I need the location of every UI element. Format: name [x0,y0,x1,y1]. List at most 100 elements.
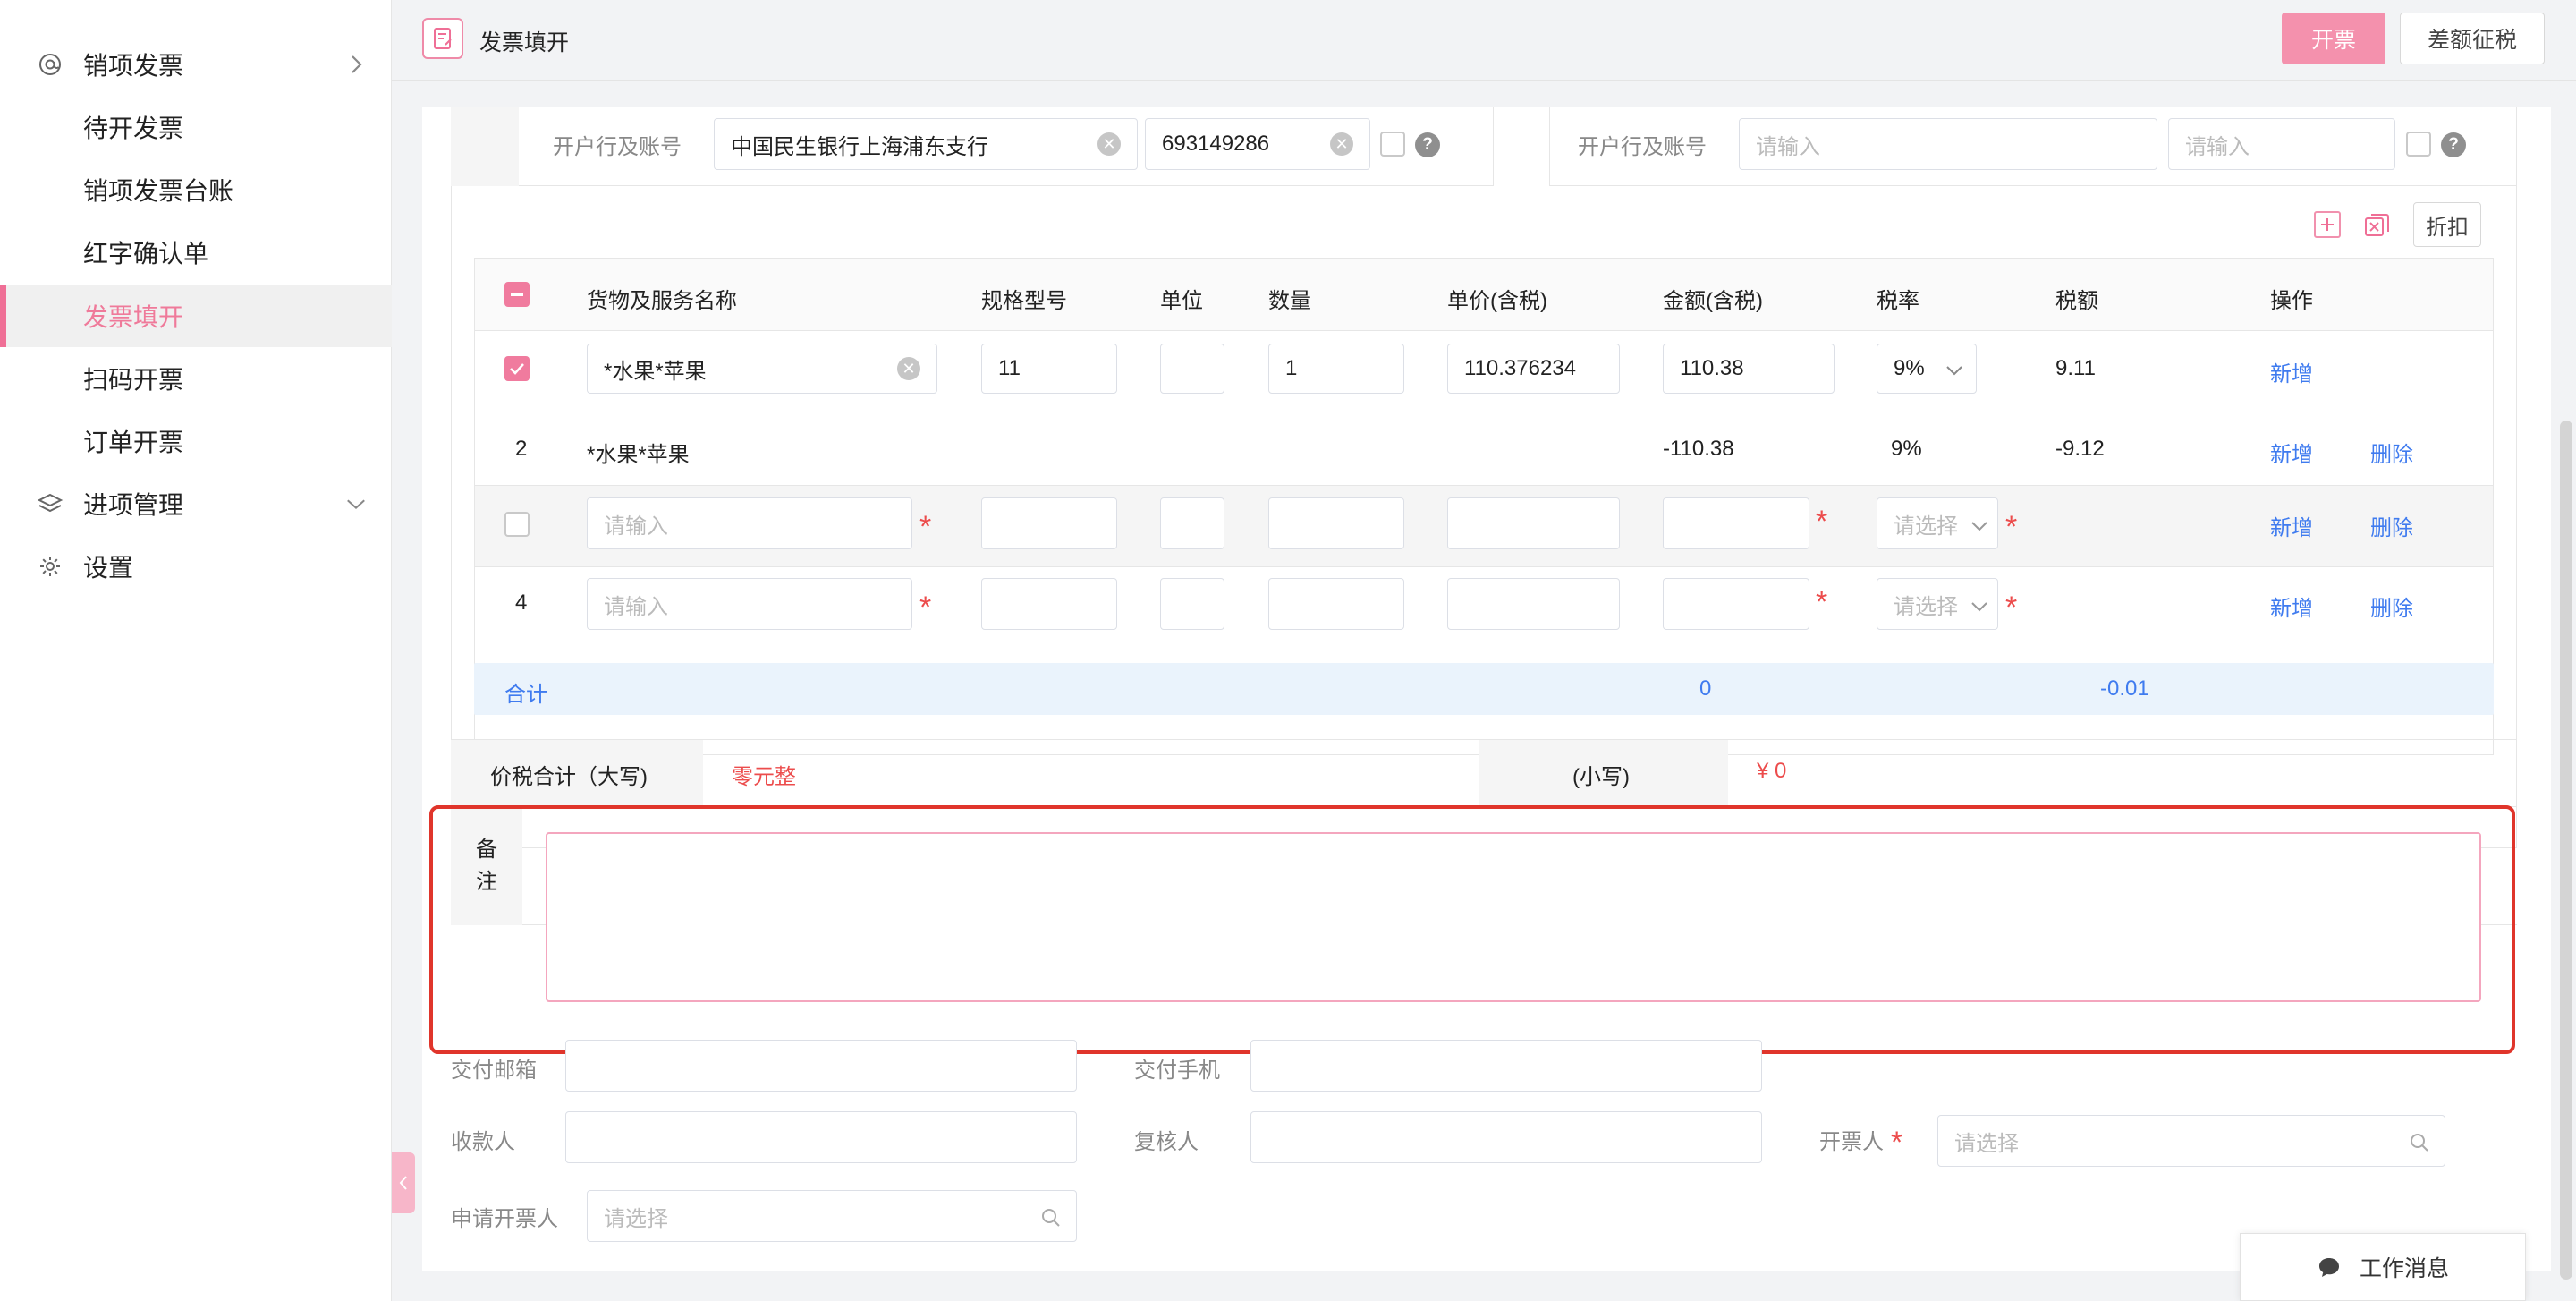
upper-total-value: 零元整 [732,765,796,789]
sidebar-item-pending-invoice[interactable]: 待开发票 [0,96,392,158]
sidebar-item-sales-ledger[interactable]: 销项发票台账 [0,158,392,221]
header: 发票填开 开票 差额征税 [392,0,2576,81]
tax-rate-select[interactable]: 9% [1877,344,1977,394]
issue-invoice-button[interactable]: 开票 [2282,13,2385,64]
add-row-link[interactable]: 新增 [2270,510,2313,541]
email-field[interactable] [565,1040,1077,1092]
spec-input[interactable] [981,497,1117,549]
reviewer-label: 复核人 [1134,1130,1199,1154]
col-header-tax: 税额 [2055,289,2098,313]
tax-rate-value: 9% [1894,356,1925,380]
at-icon [36,50,64,79]
buyer-bank-checkbox[interactable] [2406,132,2431,157]
price-input[interactable] [1447,497,1620,549]
seller-account-input[interactable]: 693149286 ✕ [1145,118,1370,170]
payee-field[interactable] [565,1111,1077,1163]
add-row-link[interactable]: 新增 [2270,591,2313,622]
qty-value: 1 [1285,356,1298,380]
placeholder: 请选择 [1894,594,1958,619]
col-header-actions: 操作 [2270,289,2313,313]
delete-row-link[interactable]: 删除 [2370,510,2413,541]
chevron-down-icon [1971,602,1987,612]
search-icon [1042,1209,1060,1227]
required-marker: * [919,591,932,625]
copy-row-icon[interactable] [2363,210,2392,239]
item-name-input[interactable]: *水果*苹果 ✕ [587,344,937,394]
price-input[interactable] [1447,578,1620,630]
required-marker: * [919,510,932,544]
delete-row-link[interactable]: 删除 [2370,591,2413,622]
payee-label: 收款人 [451,1130,515,1154]
sidebar-item-order-invoice[interactable]: 订单开票 [0,410,392,472]
buyer-bank-label: 开户行及账号 [1578,135,1707,159]
unit-input[interactable] [1160,578,1224,630]
row-checkbox[interactable] [504,512,530,537]
sidebar-collapse-handle[interactable] [392,1152,415,1213]
gear-icon [36,552,64,581]
scrollbar-track[interactable] [2556,81,2576,1301]
clear-icon[interactable]: ✕ [1330,132,1353,156]
difference-tax-button[interactable]: 差额征税 [2400,13,2545,64]
sidebar-item-input-management[interactable]: 进项管理 [0,472,392,535]
add-row-icon[interactable] [2314,211,2341,238]
help-icon[interactable]: ? [2441,132,2466,157]
invoice-form-card: 开户行及账号 中国民生银行上海浦东支行 ✕ 693149286 ✕ ? 开户行及账号… [422,107,2551,1271]
seller-bank-input[interactable]: 中国民生银行上海浦东支行 ✕ [714,118,1138,170]
total-amount: 0 [1699,676,1712,701]
qty-input[interactable] [1268,497,1404,549]
sidebar-item-scan-invoice[interactable]: 扫码开票 [0,347,392,410]
row-checkbox[interactable] [504,356,530,381]
item-name-input[interactable]: 请输入 [587,497,912,549]
sidebar-item-settings[interactable]: 设置 [0,535,392,598]
amount-input[interactable] [1663,497,1809,549]
buyer-account-input[interactable]: 请输入 [2168,118,2395,170]
reviewer-field[interactable] [1250,1111,1762,1163]
sidebar-item-label: 扫码开票 [83,366,184,394]
price-input[interactable]: 110.376234 [1447,344,1620,394]
applicant-select[interactable]: 请选择 [587,1190,1077,1242]
tax-rate-select[interactable]: 请选择 [1877,578,1998,630]
highlight-box [429,805,2515,1054]
chevron-down-icon [345,493,367,514]
invoice-edit-icon [422,18,463,59]
chat-icon [2318,1258,2339,1277]
spec-input[interactable] [981,578,1117,630]
unit-input[interactable] [1160,497,1224,549]
spec-input[interactable]: 11 [981,344,1117,394]
qty-input[interactable] [1268,578,1404,630]
table-row [475,412,2493,493]
drawer-select[interactable]: 请选择 [1937,1115,2445,1167]
clear-icon[interactable]: ✕ [1097,132,1121,156]
sidebar-item-sales-invoice[interactable]: 销项发票 [0,33,392,96]
total-tax: -0.01 [2100,676,2149,701]
phone-field[interactable] [1250,1040,1762,1092]
sidebar-item-label: 销项发票 [83,52,184,80]
help-icon[interactable]: ? [1415,132,1440,157]
col-header-unit: 单位 [1160,289,1203,313]
unit-input[interactable] [1160,344,1224,394]
amount-input[interactable] [1663,578,1809,630]
delete-row-link[interactable]: 删除 [2370,437,2413,468]
discount-button[interactable]: 折扣 [2413,202,2481,247]
qty-input[interactable]: 1 [1268,344,1404,394]
select-all-checkbox[interactable] [504,282,530,307]
page-title: 发票填开 [479,30,570,55]
total-row [474,663,2494,715]
sidebar-item-invoice-fill[interactable]: 发票填开 [0,285,392,347]
tax-rate-select[interactable]: 请选择 [1877,497,1998,549]
buyer-bank-input[interactable]: 请输入 [1739,118,2157,170]
clear-icon[interactable]: ✕ [897,357,920,380]
item-name-input[interactable]: 请输入 [587,578,912,630]
row-spacer [451,107,519,186]
seller-bank-checkbox[interactable] [1380,132,1405,157]
work-message-button[interactable]: 工作消息 [2240,1233,2526,1301]
sidebar-item-red-confirmation[interactable]: 红字确认单 [0,221,392,284]
sidebar-item-label: 设置 [83,554,134,582]
scrollbar-thumb[interactable] [2560,421,2572,1280]
add-row-link[interactable]: 新增 [2270,356,2313,387]
required-marker: * [2005,510,2018,544]
amount-input[interactable]: 110.38 [1663,344,1835,394]
placeholder: 请输入 [2185,134,2250,159]
add-row-link[interactable]: 新增 [2270,437,2313,468]
work-message-label: 工作消息 [2359,1256,2449,1281]
